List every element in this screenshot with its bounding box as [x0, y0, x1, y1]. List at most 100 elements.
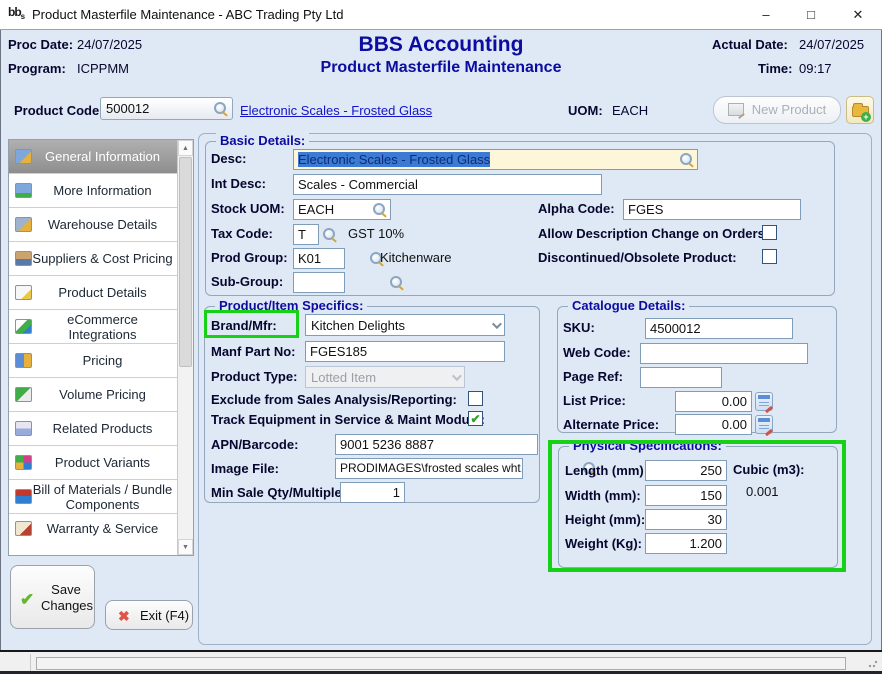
- image-file-input[interactable]: PRODIMAGES\frosted scales wht.jpg: [335, 458, 523, 479]
- exit-button[interactable]: ✖ Exit (F4): [105, 600, 193, 630]
- allow-desc-change-label: Allow Description Change on Orders:: [538, 226, 769, 241]
- page-ref-label: Page Ref:: [563, 369, 623, 384]
- sidebar-item-product-variants[interactable]: Product Variants: [9, 446, 177, 480]
- manf-part-input[interactable]: FGES185: [305, 341, 505, 362]
- close-button[interactable]: ✕: [836, 0, 880, 30]
- search-icon[interactable]: [213, 101, 228, 116]
- ecommerce-icon: [15, 319, 32, 334]
- discontinued-label: Discontinued/Obsolete Product:: [538, 250, 737, 265]
- weight-input[interactable]: 1.200: [645, 533, 727, 554]
- minimize-button[interactable]: –: [744, 0, 788, 30]
- product-details-icon: [15, 285, 32, 300]
- discontinued-checkbox[interactable]: [762, 249, 777, 264]
- sidebar-item-more-information[interactable]: More Information: [9, 174, 177, 208]
- search-icon[interactable]: [322, 227, 337, 242]
- actual-date-label: Actual Date:: [712, 37, 788, 52]
- bill-of-materials-icon: [15, 489, 32, 504]
- resize-grip[interactable]: [868, 658, 878, 668]
- search-icon[interactable]: [389, 275, 404, 290]
- scrollbar-thumb[interactable]: [179, 157, 192, 367]
- sidebar-item-general-information[interactable]: General Information: [9, 140, 177, 174]
- save-changes-button[interactable]: ✔ Save Changes: [10, 565, 95, 629]
- sidebar-item-ecommerce-integrations[interactable]: eCommerce Integrations: [9, 310, 177, 344]
- product-specifics-legend: Product/Item Specifics:: [215, 298, 367, 313]
- search-icon[interactable]: [679, 152, 694, 167]
- status-divider: [30, 654, 31, 671]
- height-input[interactable]: 30: [645, 509, 727, 530]
- web-code-label: Web Code:: [563, 345, 631, 360]
- volume-pricing-icon: [15, 387, 32, 402]
- sidebar-item-product-details[interactable]: Product Details: [9, 276, 177, 310]
- image-file-label: Image File:: [211, 461, 279, 476]
- exclude-sales-label: Exclude from Sales Analysis/Reporting:: [211, 392, 457, 407]
- int-desc-label: Int Desc:: [211, 176, 266, 191]
- apn-barcode-label: APN/Barcode:: [211, 437, 298, 452]
- stock-uom-input[interactable]: EACH: [293, 199, 391, 220]
- sidebar-scrollbar[interactable]: ▲ ▼: [177, 140, 193, 555]
- uom-label: UOM:: [568, 103, 603, 118]
- price-edit-icon[interactable]: [755, 415, 773, 434]
- min-sale-qty-input[interactable]: 1: [340, 482, 405, 503]
- track-equipment-checkbox[interactable]: ✔: [468, 411, 483, 426]
- sidebar-item-suppliers-cost-pricing[interactable]: Suppliers & Cost Pricing: [9, 242, 177, 276]
- time-label: Time:: [758, 61, 792, 76]
- warehouse-details-icon: [15, 217, 32, 232]
- price-edit-icon[interactable]: [755, 392, 773, 411]
- alpha-code-input[interactable]: FGES: [623, 199, 801, 220]
- maximize-button[interactable]: □: [789, 0, 833, 30]
- page-ref-input[interactable]: [640, 367, 722, 388]
- scroll-down-icon[interactable]: ▼: [178, 539, 193, 555]
- int-desc-input[interactable]: Scales - Commercial: [293, 174, 602, 195]
- status-bar: [0, 650, 882, 671]
- width-input[interactable]: 150: [645, 485, 727, 506]
- tax-code-label: Tax Code:: [211, 226, 273, 241]
- search-icon[interactable]: [372, 202, 387, 217]
- exclude-sales-checkbox[interactable]: [468, 391, 483, 406]
- track-equipment-label: Track Equipment in Service & Maint Modul…: [211, 412, 485, 427]
- sidebar-item-volume-pricing[interactable]: Volume Pricing: [9, 378, 177, 412]
- sub-group-input[interactable]: [293, 272, 345, 293]
- more-information-icon: [15, 183, 32, 198]
- physical-specs-legend: Physical Specifications:: [569, 438, 726, 453]
- apn-barcode-input[interactable]: 9001 5236 8887: [335, 434, 538, 455]
- web-code-input[interactable]: [640, 343, 808, 364]
- product-variants-icon: [15, 455, 32, 470]
- sidebar-item-pricing[interactable]: Pricing: [9, 344, 177, 378]
- product-code-input[interactable]: 500012: [100, 97, 233, 120]
- width-label: Width (mm):: [565, 488, 641, 503]
- product-description-link[interactable]: Electronic Scales - Frosted Glass: [240, 103, 432, 118]
- cubic-value: 0.001: [746, 484, 779, 499]
- allow-desc-change-checkbox[interactable]: [762, 225, 777, 240]
- tax-code-description: GST 10%: [348, 226, 404, 241]
- open-folder-button[interactable]: +: [846, 96, 874, 124]
- product-type-label: Product Type:: [211, 369, 297, 384]
- chevron-down-icon: [492, 319, 502, 329]
- warranty-service-icon: [15, 521, 32, 536]
- sku-input[interactable]: 4500012: [645, 318, 793, 339]
- product-code-label: Product Code:: [14, 103, 104, 118]
- prod-group-description: Kitchenware: [380, 250, 452, 265]
- sidebar-item-warranty-service[interactable]: Warranty & Service: [9, 514, 177, 543]
- basic-details-legend: Basic Details:: [216, 133, 309, 148]
- sidebar-item-related-products[interactable]: Related Products: [9, 412, 177, 446]
- tax-code-input[interactable]: T: [293, 224, 319, 245]
- manf-part-label: Manf Part No:: [211, 344, 296, 359]
- sku-label: SKU:: [563, 320, 595, 335]
- length-input[interactable]: 250: [645, 460, 727, 481]
- alternate-price-input[interactable]: 0.00: [675, 414, 752, 435]
- list-price-input[interactable]: 0.00: [675, 391, 752, 412]
- list-price-label: List Price:: [563, 393, 626, 408]
- prod-group-label: Prod Group:: [211, 250, 288, 265]
- sidebar-nav: General Information More Information War…: [8, 139, 194, 556]
- new-product-button[interactable]: New Product: [713, 96, 841, 124]
- scroll-up-icon[interactable]: ▲: [178, 140, 193, 156]
- title-bar: bbs Product Masterfile Maintenance - ABC…: [0, 0, 882, 30]
- app-logo-icon: bbs: [8, 5, 28, 25]
- brand-mfr-dropdown[interactable]: Kitchen Delights: [305, 314, 505, 336]
- sidebar-item-warehouse-details[interactable]: Warehouse Details: [9, 208, 177, 242]
- desc-input[interactable]: Electronic Scales - Frosted Glass: [293, 149, 698, 170]
- checkmark-icon: ✔: [20, 590, 34, 610]
- desc-label: Desc:: [211, 151, 246, 166]
- prod-group-input[interactable]: K01: [293, 248, 345, 269]
- sidebar-item-bill-of-materials[interactable]: Bill of Materials / Bundle Components: [9, 480, 177, 514]
